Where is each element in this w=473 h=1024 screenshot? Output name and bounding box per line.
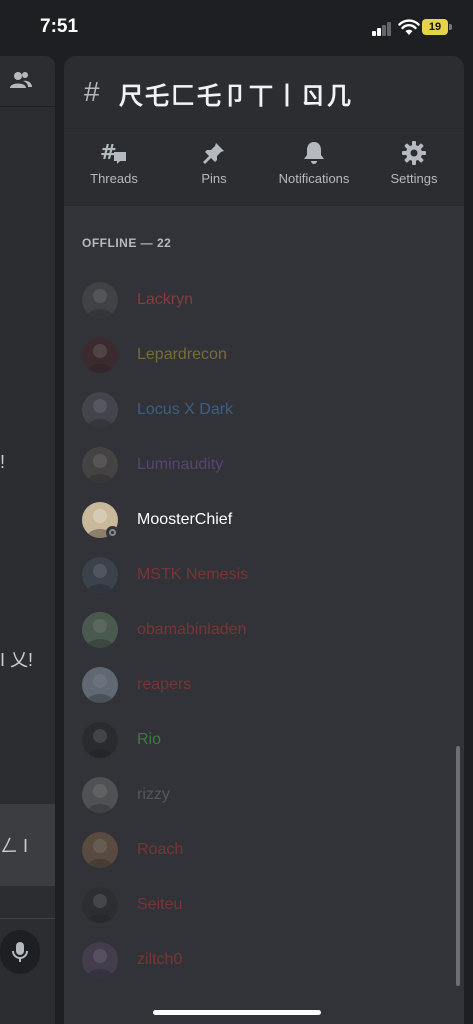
avatar [82,832,118,868]
member-name: Rio [137,731,162,748]
member-row[interactable]: Rio [82,722,442,762]
offline-status-icon [106,526,119,539]
avatar [82,447,118,483]
chat-background-pane[interactable]: ! I 乂! ㄥ I [0,56,55,1024]
member-name: Lepardrecon [137,346,227,363]
threads-label: Threads [90,171,138,186]
avatar [82,612,118,648]
member-name: Seiteu [137,896,183,913]
member-row[interactable]: obamabinladen [82,612,442,652]
avatar [82,942,118,978]
member-row[interactable]: Luminaudity [82,447,442,487]
battery-icon: 19 [422,19,452,35]
status-bar: 7:51 19 [0,0,473,56]
chat-fragment: ! [0,452,6,472]
chat-fragment: I 乂! [0,650,34,670]
member-row[interactable]: Lackryn [82,282,442,322]
member-name: Lackryn [137,291,194,308]
battery-level: 19 [422,19,448,35]
avatar [82,557,118,593]
threads-button[interactable]: # Threads [64,141,164,186]
member-row[interactable]: Lepardrecon [82,337,442,377]
member-name: obamabinladen [137,621,247,638]
member-row[interactable]: reapers [82,667,442,707]
microphone-icon [12,942,28,962]
gear-icon [402,141,426,165]
avatar [82,337,118,373]
avatar [82,392,118,428]
avatar [82,777,118,813]
voice-message-button[interactable] [0,930,40,974]
wifi-icon [398,19,420,35]
member-name: ziltch0 [137,951,183,968]
channel-header: # 尺乇匚乇卩丅丨ㄖ几 [64,56,464,129]
member-name: rizzy [137,786,170,803]
member-row[interactable]: ziltch0 [82,942,442,982]
threads-icon: # [100,141,126,164]
offline-section-header: OFFLINE — 22 [82,236,172,250]
scrollbar[interactable] [456,746,460,986]
home-indicator[interactable] [153,1010,321,1015]
member-row[interactable]: MSTK Nemesis [82,557,442,597]
channel-info-drawer: # 尺乇匚乇卩丅丨ㄖ几 # Threads Pins Notifications [64,56,464,1024]
pin-icon [203,143,224,164]
cellular-signal-icon [372,22,394,36]
avatar [82,887,118,923]
settings-button[interactable]: Settings [364,141,464,186]
channel-hash-icon: # [84,76,100,107]
member-row[interactable]: Seiteu [82,887,442,927]
bell-icon [304,142,324,164]
member-name: Locus X Dark [137,401,234,418]
avatar [82,282,118,318]
clock: 7:51 [40,16,79,37]
channel-toolbar: # Threads Pins Notifications Settings [64,129,464,206]
member-row[interactable]: Locus X Dark [82,392,442,432]
channel-name: 尺乇匚乇卩丅丨ㄖ几 [119,83,353,110]
avatar [82,722,118,758]
chat-fragment: ㄥ I [0,836,29,856]
chat-header [0,56,55,107]
members-icon[interactable] [10,70,32,90]
notifications-label: Notifications [278,171,350,186]
member-row[interactable]: MoosterChief [82,502,442,542]
pins-button[interactable]: Pins [164,141,264,186]
divider [0,918,55,919]
member-name: MSTK Nemesis [137,566,249,583]
avatar [82,667,118,703]
member-name: MoosterChief [137,511,233,528]
highlighted-message: ㄥ I [0,804,55,886]
pins-label: Pins [201,171,227,186]
notifications-button[interactable]: Notifications [264,141,364,186]
member-name: reapers [137,676,192,693]
member-name: Roach [137,841,184,858]
member-row[interactable]: rizzy [82,777,442,817]
settings-label: Settings [390,171,438,186]
member-name: Luminaudity [137,456,224,473]
member-row[interactable]: Roach [82,832,442,872]
